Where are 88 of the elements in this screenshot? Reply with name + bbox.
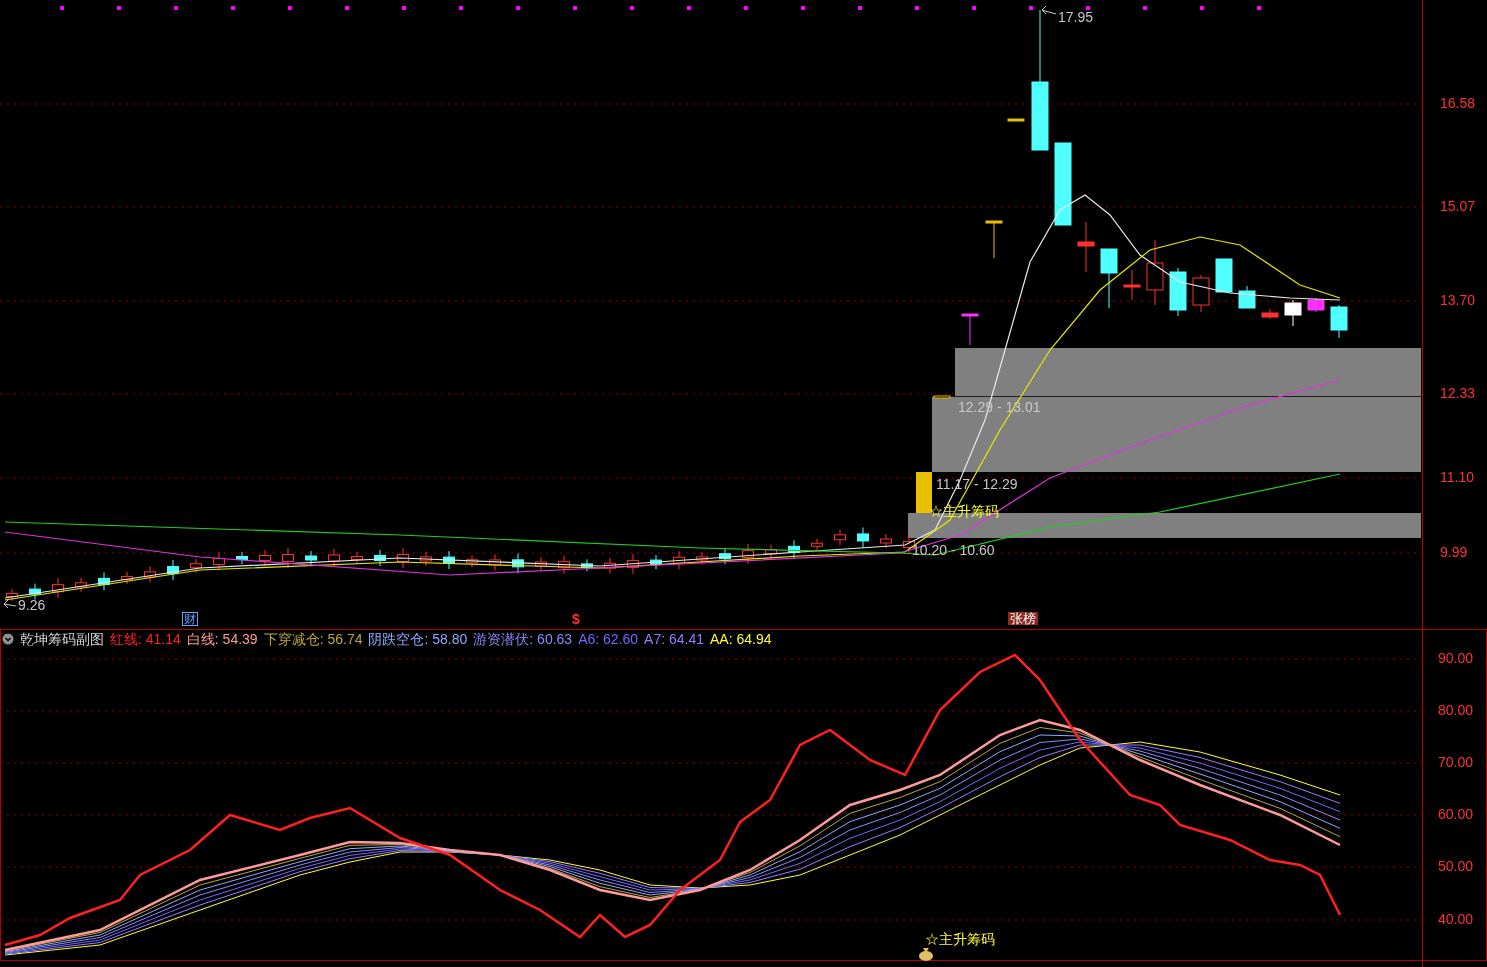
candlestick xyxy=(558,555,570,575)
candlestick xyxy=(650,554,662,570)
event-marker: $ xyxy=(572,612,580,626)
legend-value: A7: 64.41 xyxy=(644,632,704,646)
candlestick xyxy=(52,577,64,599)
legend-value: 红线: 41.14 xyxy=(110,632,181,646)
high-price-label: 17.95 xyxy=(1058,10,1094,24)
value-axis-label: 50.00 xyxy=(1438,859,1474,873)
candlestick xyxy=(1261,308,1279,320)
candlestick xyxy=(535,556,547,572)
candlestick xyxy=(167,559,179,581)
candlestick xyxy=(1284,299,1302,327)
legend-value: 阴跌空仓: 58.80 xyxy=(368,632,468,646)
price-axis-label: 12.33 xyxy=(1440,386,1476,400)
candlestick xyxy=(213,551,225,571)
candlestick xyxy=(985,220,1003,259)
candlestick xyxy=(834,528,846,546)
candlestick xyxy=(604,557,616,575)
value-axis-label: 40.00 xyxy=(1438,912,1474,926)
candlestick xyxy=(581,558,593,572)
value-axis-label: 60.00 xyxy=(1438,807,1474,821)
arrow-icon xyxy=(1041,5,1057,15)
candlestick xyxy=(351,551,363,565)
price-axis-label: 13.70 xyxy=(1440,293,1476,307)
candlestick xyxy=(765,544,777,560)
price-axis-label: 15.07 xyxy=(1440,199,1476,213)
candlestick xyxy=(98,571,110,591)
candlestick xyxy=(857,526,869,548)
candlestick xyxy=(259,549,271,567)
candlestick xyxy=(489,553,501,571)
value-axis-label: 70.00 xyxy=(1438,755,1474,769)
candlestick xyxy=(903,535,915,555)
candlestick xyxy=(1215,258,1233,293)
candlestick xyxy=(1100,248,1118,309)
candlestick xyxy=(420,551,432,567)
value-axis-label: 80.00 xyxy=(1438,703,1474,717)
candlestick xyxy=(880,533,892,549)
candlestick xyxy=(282,547,294,569)
candlestick xyxy=(961,313,979,346)
indicator-title: 乾坤筹码副图 xyxy=(20,632,104,646)
candlestick xyxy=(742,543,754,565)
legend-value: 游资潜伏: 60.63 xyxy=(473,632,573,646)
candlestick xyxy=(1077,221,1095,273)
candlestick xyxy=(1238,285,1256,309)
candlestick xyxy=(1123,269,1141,301)
candlestick xyxy=(443,550,455,570)
price-axis-label: 9.99 xyxy=(1440,545,1468,559)
candlestick xyxy=(6,588,18,602)
candlestick xyxy=(1146,239,1164,306)
money-bag-icon xyxy=(919,948,933,961)
signal-bar xyxy=(916,472,932,513)
candlestick xyxy=(328,548,340,568)
candlestick xyxy=(397,547,409,569)
candlestick xyxy=(144,565,156,583)
legend-value: AA: 64.94 xyxy=(710,632,772,646)
candlestick xyxy=(305,550,317,566)
candlestick xyxy=(29,583,41,601)
candlestick xyxy=(121,571,133,585)
arrow-icon xyxy=(3,599,17,609)
candlestick xyxy=(236,551,248,565)
candlestick xyxy=(1307,297,1325,313)
signal-label: ☆主升筹码 xyxy=(925,932,995,946)
low-price-label: 9.26 xyxy=(18,598,46,612)
event-marker: 财 xyxy=(182,612,198,626)
candlestick xyxy=(1169,267,1187,317)
candlestick xyxy=(190,558,202,574)
value-axis-label: 90.00 xyxy=(1438,651,1474,665)
candlestick xyxy=(788,539,800,559)
candlestick xyxy=(512,552,524,574)
candlestick xyxy=(1007,118,1025,122)
legend-value: 白线: 54.39 xyxy=(186,632,258,646)
candlestick xyxy=(75,577,87,593)
collapse-icon[interactable] xyxy=(2,633,14,645)
candlestick xyxy=(627,553,639,575)
candlestick xyxy=(1330,304,1348,339)
candlestick xyxy=(933,395,951,399)
candlestick xyxy=(1192,274,1210,313)
candlestick xyxy=(719,547,731,565)
candlestick xyxy=(673,550,685,570)
legend-value: A6: 62.60 xyxy=(578,632,639,646)
candlestick xyxy=(811,538,823,552)
candlestick xyxy=(374,549,386,567)
price-axis-label: 11.10 xyxy=(1440,470,1474,484)
event-marker: 张榜 xyxy=(1008,612,1038,625)
candlestick xyxy=(466,554,478,568)
legend-value: 下穿减仓: 56.74 xyxy=(263,632,363,646)
price-axis-label: 16.58 xyxy=(1440,96,1476,110)
zone-range-label: 10.20 - 10.60 xyxy=(912,543,995,557)
